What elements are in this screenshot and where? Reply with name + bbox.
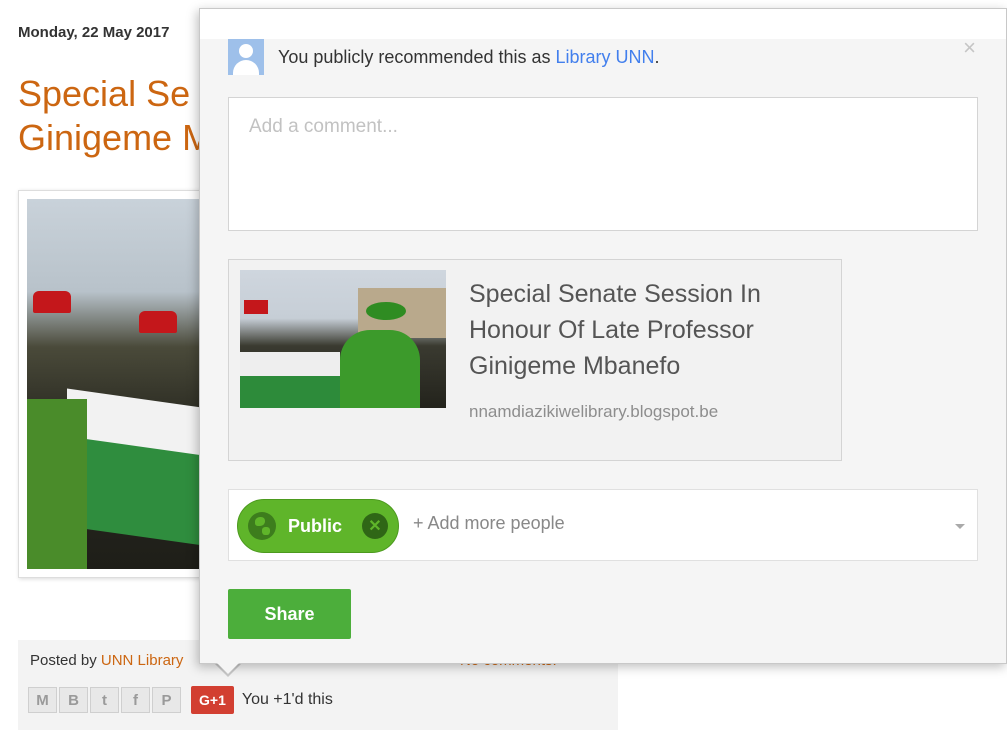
photo-detail bbox=[139, 311, 177, 333]
google-plus-one-button[interactable]: G+1 bbox=[191, 686, 234, 714]
author-link[interactable]: UNN Library bbox=[101, 652, 184, 669]
share-button[interactable]: Share bbox=[228, 589, 351, 639]
recommendation-prefix: You publicly recommended this as bbox=[278, 47, 551, 67]
photo-detail bbox=[33, 291, 71, 313]
account-link[interactable]: Library UNN bbox=[556, 47, 655, 67]
link-preview-thumbnail bbox=[240, 270, 446, 408]
dialog-pointer bbox=[216, 662, 240, 674]
public-chip-label: Public bbox=[288, 515, 343, 536]
globe-icon bbox=[248, 512, 276, 540]
email-share-button[interactable]: M bbox=[28, 687, 57, 713]
share-row: M B t f P G+1 You +1'd this bbox=[28, 686, 333, 714]
link-preview-url: nnamdiazikiwelibrary.blogspot.be bbox=[469, 402, 719, 421]
twitter-share-button[interactable]: t bbox=[90, 687, 119, 713]
recommendation-text: You publicly recommended this as Library… bbox=[278, 47, 660, 68]
post-date: Monday, 22 May 2017 bbox=[18, 24, 170, 41]
photo-detail bbox=[27, 399, 87, 569]
posted-by-label: Posted by bbox=[30, 652, 97, 669]
audience-selector[interactable]: Public ✕ bbox=[228, 489, 978, 561]
link-preview-card: Special Senate Session In Honour Of Late… bbox=[228, 259, 842, 461]
public-audience-chip[interactable]: Public ✕ bbox=[237, 499, 399, 553]
blogger-share-button[interactable]: B bbox=[59, 687, 88, 713]
close-icon[interactable]: × bbox=[963, 35, 976, 61]
plus-one-status: You +1'd this bbox=[241, 691, 333, 708]
pinterest-share-button[interactable]: P bbox=[152, 687, 181, 713]
share-dialog: You publicly recommended this as Library… bbox=[199, 8, 1007, 664]
dialog-top-strip bbox=[200, 9, 1006, 39]
recommendation-suffix: . bbox=[654, 47, 660, 67]
posted-by: Posted by UNN Library bbox=[30, 652, 183, 669]
remove-chip-icon[interactable]: ✕ bbox=[362, 513, 388, 539]
add-people-input[interactable] bbox=[411, 512, 911, 535]
facebook-share-button[interactable]: f bbox=[121, 687, 150, 713]
comment-input[interactable] bbox=[228, 97, 978, 231]
post-title-line1: Special Se bbox=[18, 73, 191, 114]
post-title-line2: Ginigeme M bbox=[18, 117, 213, 158]
user-avatar-icon bbox=[228, 39, 264, 75]
link-preview-title: Special Senate Session In Honour Of Late… bbox=[469, 280, 761, 380]
chevron-down-icon[interactable] bbox=[955, 524, 965, 529]
